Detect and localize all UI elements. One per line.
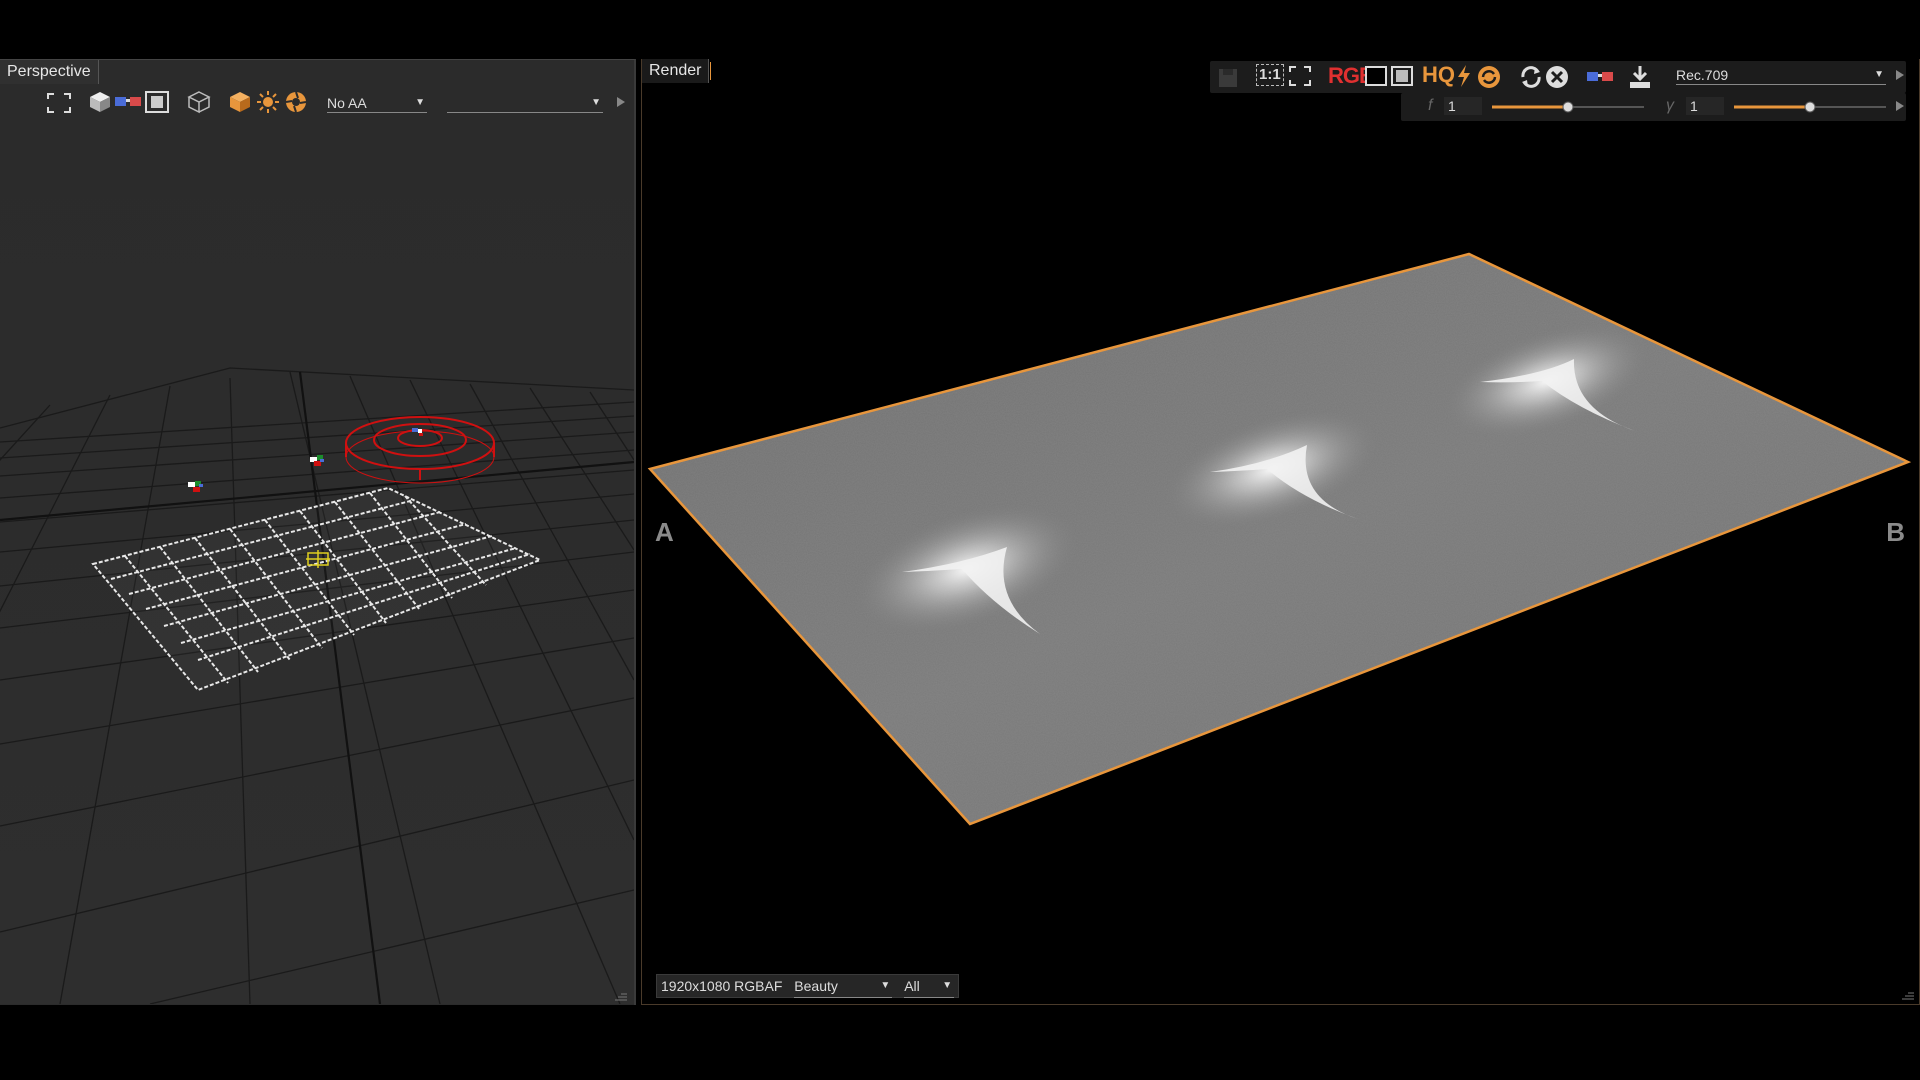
gain-slider[interactable] <box>1490 99 1646 115</box>
chevron-down-icon: ▼ <box>1874 69 1884 80</box>
chevron-down-icon: ▼ <box>591 97 601 108</box>
layer-select-value: All <box>904 978 920 994</box>
display-select[interactable]: ▼ <box>447 94 603 113</box>
frame-icon[interactable] <box>144 90 170 114</box>
save-icon[interactable] <box>1216 67 1240 89</box>
gamma-input[interactable]: 1 <box>1686 97 1724 115</box>
gain-input[interactable]: 1 <box>1444 97 1482 115</box>
hq-button[interactable]: HQ <box>1422 62 1455 88</box>
pass-select[interactable]: Beauty ▼ <box>794 975 893 998</box>
checker-icon[interactable] <box>1364 65 1388 87</box>
chevron-down-icon: ▼ <box>942 980 953 991</box>
wireframe-cube-icon[interactable] <box>186 90 212 114</box>
resize-handle-icon[interactable] <box>1901 990 1915 1000</box>
aa-select[interactable]: No AA ▼ <box>327 94 427 113</box>
reload-icon[interactable] <box>1518 64 1544 90</box>
fit-view-icon[interactable] <box>46 92 72 114</box>
gamma-label: γ <box>1666 97 1674 114</box>
tab-perspective[interactable]: Perspective <box>0 60 99 84</box>
refresh-orange-icon[interactable] <box>1476 64 1502 90</box>
render-image <box>647 252 1912 826</box>
gamma-slider[interactable] <box>1732 99 1888 115</box>
pass-select-value: Beauty <box>794 978 838 994</box>
sun-light-icon[interactable] <box>256 90 280 114</box>
lut-select[interactable]: Rec.709 ▼ <box>1676 66 1886 85</box>
toolbar-expand-icon[interactable] <box>1895 69 1905 81</box>
wipe-marker-a[interactable]: A <box>655 517 674 548</box>
slider-expand-icon[interactable] <box>1895 100 1905 112</box>
plane-pivot[interactable] <box>306 550 330 568</box>
render-viewer-panel[interactable]: Render A B 1:1 RGB HQ Rec.709 ▼ f 1 γ 1 … <box>641 59 1920 1005</box>
fit-icon[interactable] <box>1288 65 1312 87</box>
resize-handle-icon[interactable] <box>614 991 628 1001</box>
lightning-icon[interactable] <box>1456 64 1472 88</box>
perspective-scene[interactable] <box>0 120 634 1004</box>
stereo-icon[interactable] <box>1586 69 1614 85</box>
render-status-bar: 1920x1080 RGBAF Beauty ▼ All ▼ <box>656 974 960 998</box>
toolbar-expand-icon[interactable] <box>616 96 626 108</box>
chevron-down-icon: ▼ <box>415 97 425 108</box>
resolution-readout: 1920x1080 RGBAF <box>661 978 783 994</box>
layer-select[interactable]: All ▼ <box>904 975 955 998</box>
shadow-icon[interactable] <box>284 90 308 114</box>
orange-cube-icon[interactable] <box>228 90 252 114</box>
lut-select-value: Rec.709 <box>1676 67 1729 83</box>
cube-icon[interactable] <box>88 90 112 114</box>
aa-select-value: No AA <box>327 95 367 111</box>
chevron-down-icon: ▼ <box>880 980 891 991</box>
stereo-glasses-icon[interactable] <box>114 94 142 110</box>
export-icon[interactable] <box>1628 64 1652 90</box>
wipe-marker-b[interactable]: B <box>1886 517 1905 548</box>
one-to-one-button[interactable]: 1:1 <box>1256 64 1284 86</box>
perspective-viewport-panel[interactable]: Perspective No AA ▼ ▼ <box>0 59 636 1005</box>
stop-icon[interactable] <box>1544 64 1570 90</box>
gain-label: f <box>1428 97 1433 114</box>
fullscreen-icon[interactable] <box>1390 65 1414 87</box>
